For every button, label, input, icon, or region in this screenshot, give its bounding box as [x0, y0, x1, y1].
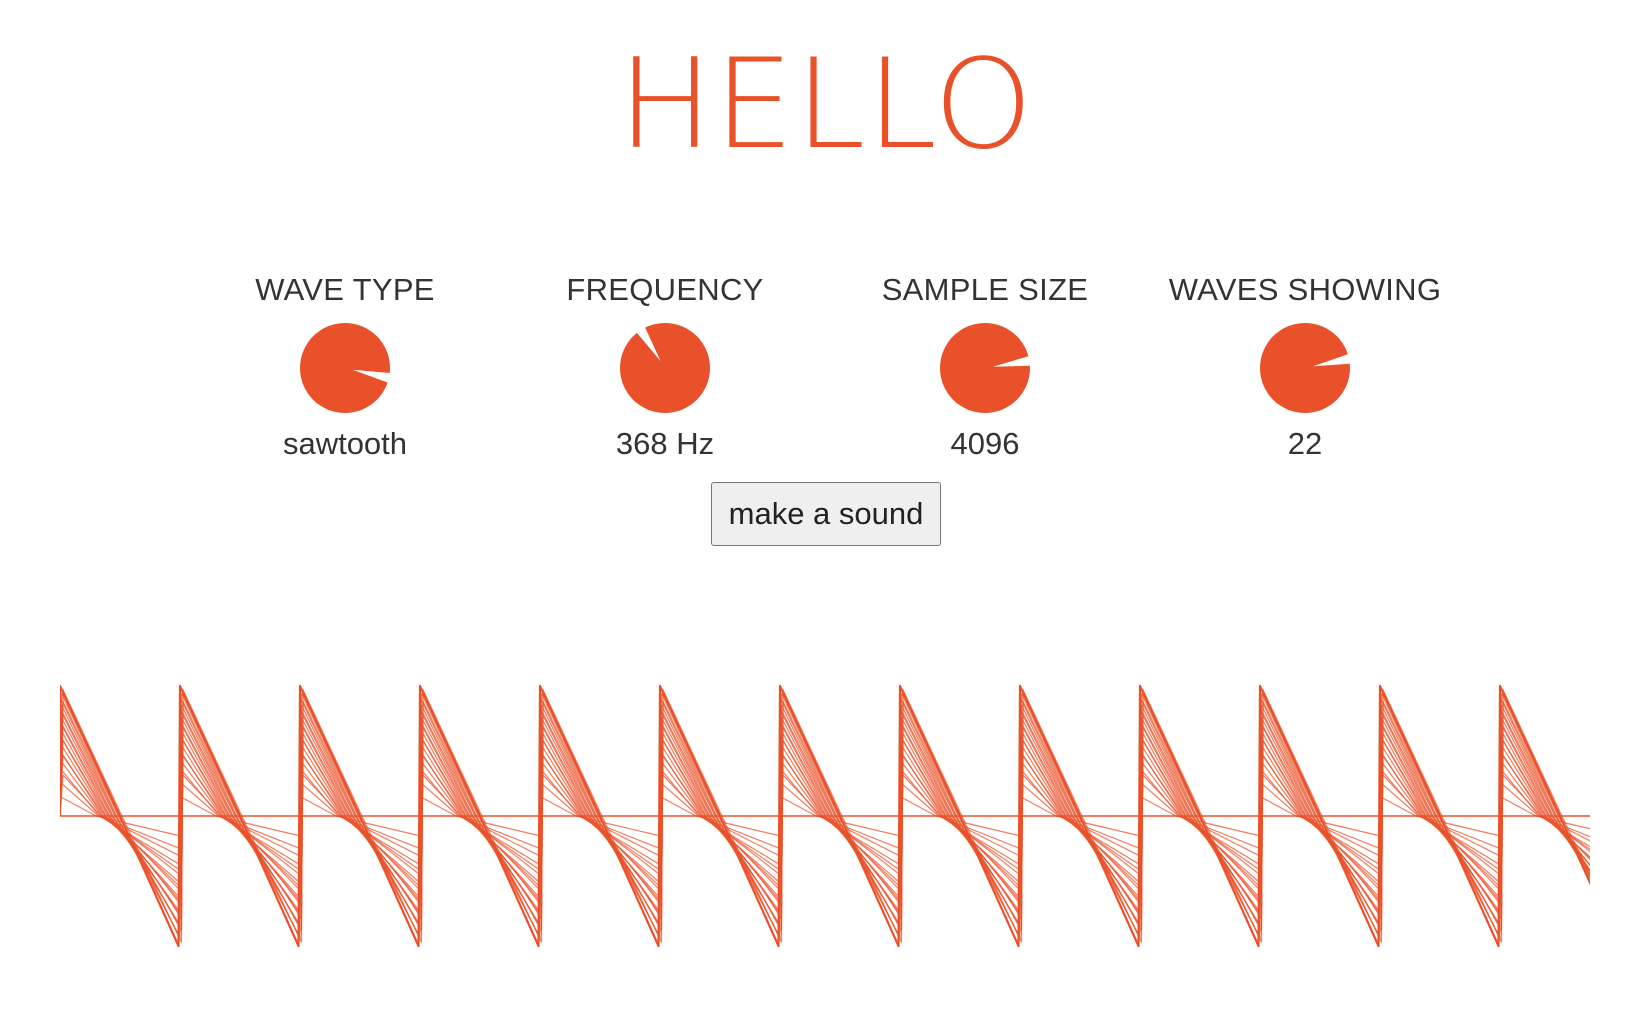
sample-size-label: SAMPLE SIZE [881, 272, 1089, 307]
sample-size-value: 4096 [950, 426, 1020, 461]
wave-type-value: sawtooth [282, 426, 408, 461]
sample-size-knob[interactable] [939, 322, 1031, 414]
knob-body [300, 323, 390, 413]
wave-type-label: WAVE TYPE [255, 272, 435, 307]
control-frequency: FREQUENCY 368 Hz [495, 270, 835, 464]
frequency-label: FREQUENCY [566, 272, 764, 307]
knob-body [940, 323, 1030, 413]
waves-showing-knob[interactable] [1259, 322, 1351, 414]
frequency-value: 368 Hz [615, 426, 715, 461]
frequency-knob[interactable] [619, 322, 711, 414]
waves-showing-value: 22 [1287, 426, 1323, 461]
wave-type-knob[interactable] [299, 322, 391, 414]
control-waves-showing: WAVES SHOWING 22 [1135, 270, 1475, 464]
knob-body [620, 323, 710, 413]
make-sound-button[interactable]: make a sound [711, 482, 941, 546]
knob-body [1260, 323, 1350, 413]
waves-showing-label: WAVES SHOWING [1168, 272, 1442, 307]
page-title: HELLO [0, 30, 1652, 180]
waveform-visualizer [60, 684, 1590, 948]
control-wave-type: WAVE TYPE sawtooth [175, 270, 515, 464]
page-title-text: HELLO [617, 33, 1035, 177]
control-sample-size: SAMPLE SIZE 4096 [815, 270, 1155, 464]
